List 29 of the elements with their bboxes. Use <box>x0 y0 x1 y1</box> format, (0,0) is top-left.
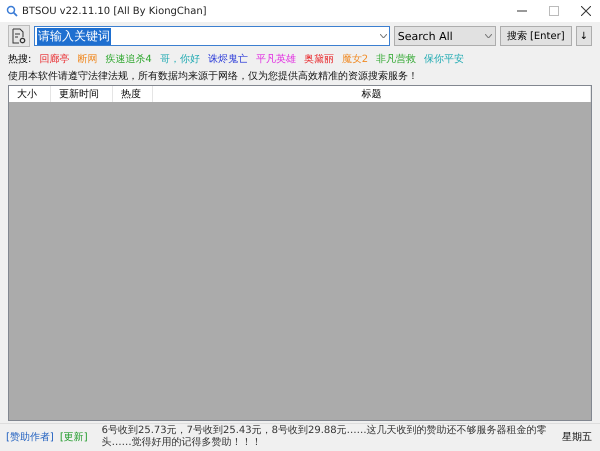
hot-search-link[interactable]: 非凡营救 <box>376 52 416 66</box>
maximize-icon <box>549 6 559 16</box>
hot-search-link[interactable]: 哥，你好 <box>160 52 200 66</box>
keyword-combo-field[interactable]: 请输入关键词 <box>34 26 390 46</box>
sort-button[interactable]: ↓ <box>576 26 592 46</box>
column-header[interactable]: 标题 <box>153 86 591 102</box>
hot-search-link[interactable]: 诛烬鬼亡 <box>208 52 248 66</box>
status-link[interactable]: [更新] <box>60 430 88 444</box>
column-header[interactable]: 更新时间 <box>51 86 113 102</box>
hot-search-link[interactable]: 平凡英雄 <box>256 52 296 66</box>
hot-search-link[interactable]: 疾速追杀4 <box>105 52 152 66</box>
close-icon <box>581 6 591 16</box>
chevron-down-icon <box>484 34 492 38</box>
weekday-text: 星期五 <box>562 430 592 444</box>
hot-search-link[interactable]: 保你平安 <box>424 52 464 66</box>
search-scope-dropdown[interactable]: Search All <box>394 26 496 46</box>
hot-search-label: 热搜: <box>8 52 32 66</box>
status-link[interactable]: [赞助作者] <box>6 430 54 444</box>
column-header[interactable]: 大小 <box>9 86 51 102</box>
hot-search-link[interactable]: 奥黛丽 <box>304 52 334 66</box>
notice-text: 使用本软件请遵守法律法规，所有数据均来源于网络，仅为您提供高效精准的资源搜索服务！ <box>7 70 419 84</box>
search-button[interactable]: 搜索 [Enter] <box>500 26 572 46</box>
hot-search-link[interactable]: 回廊亭 <box>39 52 70 66</box>
status-message: 6号收到25.73元，7号收到25.43元，8号收到29.88元……这几天收到的赞助还不够服务器租金的零头……觉得好用的记得多赞助！！！ <box>102 425 548 449</box>
chevron-down-icon <box>380 34 387 38</box>
document-settings-button[interactable] <box>8 25 30 47</box>
window-title: BTSOU v22.11.10 [All By KiongChan] <box>22 6 208 16</box>
column-header[interactable]: 热度 <box>113 86 153 102</box>
magnifier-icon <box>6 5 18 17</box>
